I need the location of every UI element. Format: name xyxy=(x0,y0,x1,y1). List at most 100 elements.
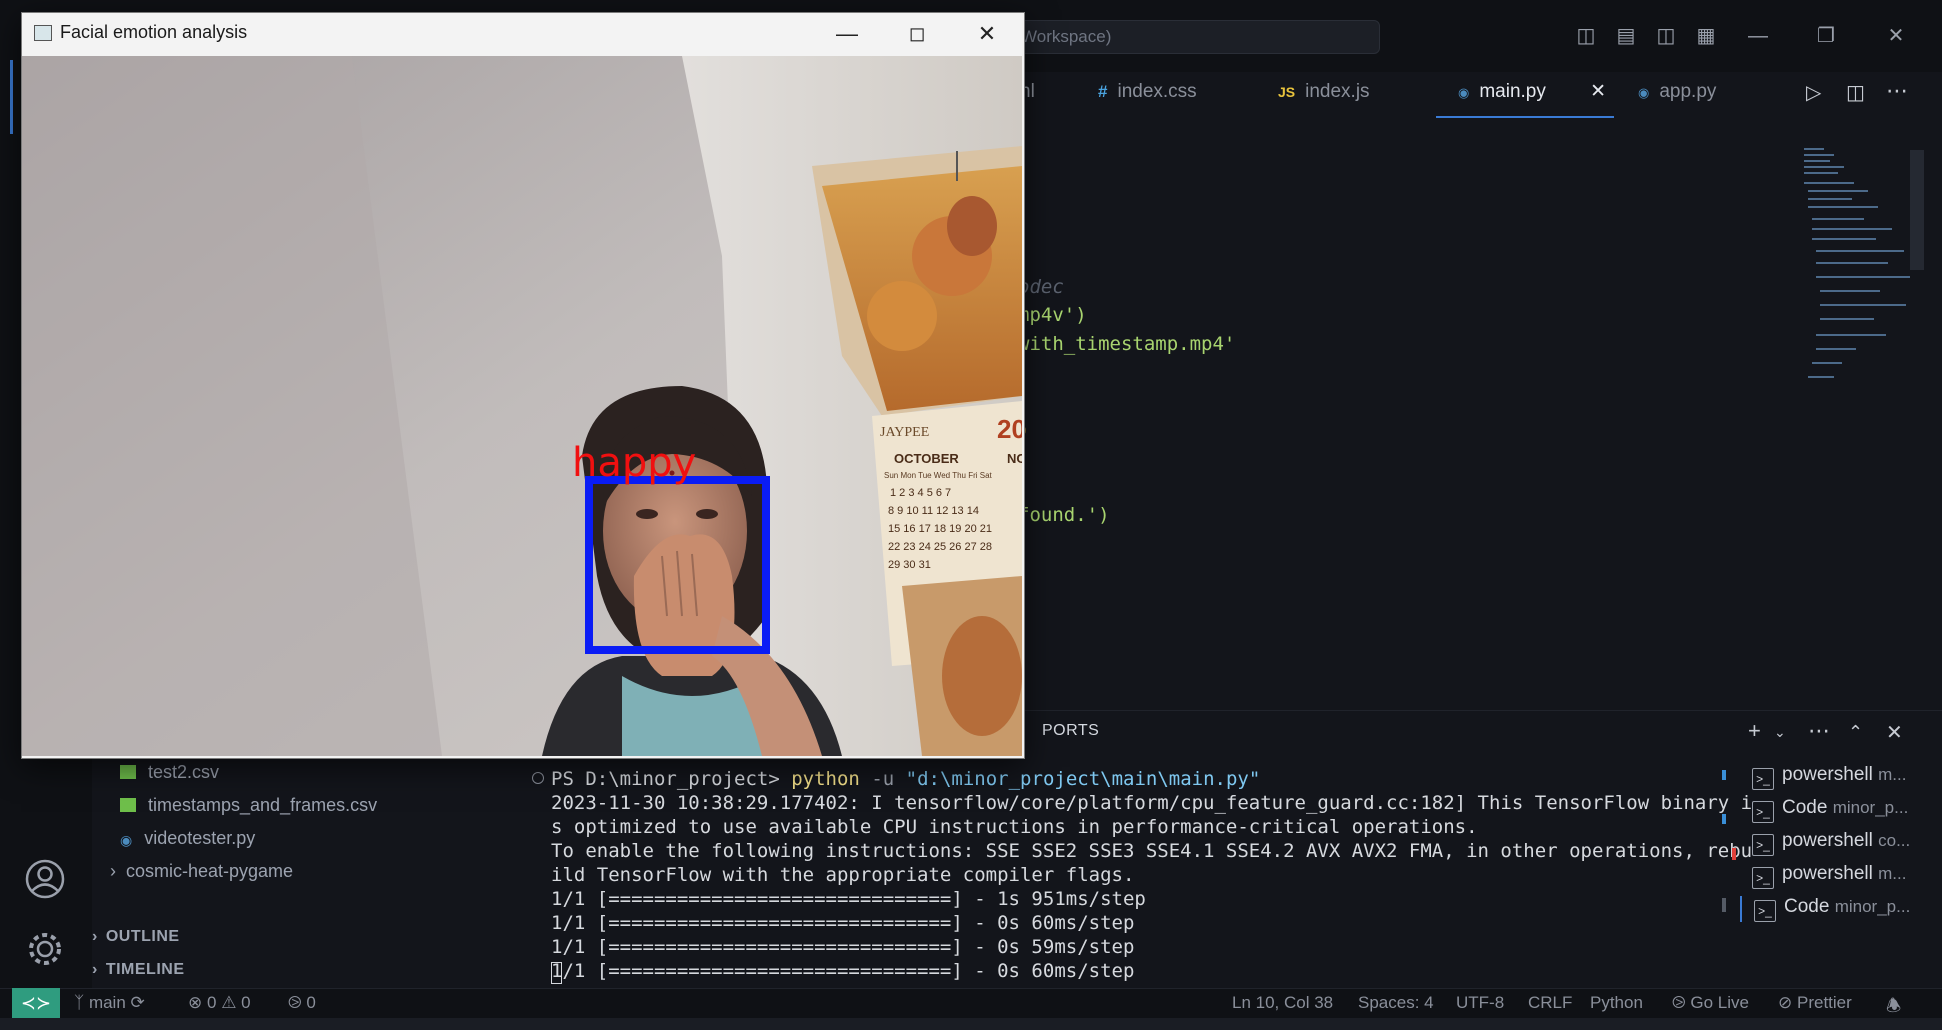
calendar-next-month: NO xyxy=(1007,451,1022,466)
toggle-panel-icon[interactable]: ▤ xyxy=(1612,22,1640,50)
warning-icon: ⚠ xyxy=(221,993,237,1012)
toggle-sidebar-icon[interactable]: ◫ xyxy=(1572,22,1600,50)
broadcast-icon: ⧁ xyxy=(288,993,302,1012)
webcam-frame: JAYPEE 20 OCTOBER NO Sun Mon Tue Wed Thu… xyxy=(22,56,1022,756)
terminal-output-line: To enable the following instructions: SS… xyxy=(551,840,1753,862)
indentation-status[interactable]: Spaces: 4 xyxy=(1358,993,1434,1013)
broadcast-icon: ⧁ xyxy=(1672,993,1686,1012)
csv-file-icon xyxy=(120,798,136,812)
emotion-label: happy xyxy=(572,440,696,486)
gear-icon[interactable] xyxy=(22,926,68,972)
terminal-list-item[interactable]: >_ Code minor_p... xyxy=(1752,797,1908,823)
command-status-icon xyxy=(532,772,544,784)
branch-status[interactable]: ᛉ main ⟳ xyxy=(74,993,145,1013)
terminal-list-item[interactable]: >_ powershell m... xyxy=(1752,863,1906,889)
terminal-gutter-mark xyxy=(1722,814,1726,824)
calendar-row: 15 16 17 18 19 20 21 xyxy=(888,523,992,535)
python-icon: ◉ xyxy=(120,832,133,848)
close-icon[interactable]: ✕ xyxy=(1882,22,1910,50)
calendar-row: 8 9 10 11 12 13 14 xyxy=(888,505,979,517)
minimize-icon[interactable]: — xyxy=(1744,22,1772,50)
explorer-file-test2-csv[interactable]: test2.csv xyxy=(120,762,219,783)
terminal-icon: >_ xyxy=(1754,900,1776,922)
tab-ports[interactable]: PORTS xyxy=(1042,722,1099,740)
calendar-month: OCTOBER xyxy=(894,451,959,466)
terminal-output-line: s optimized to use available CPU instruc… xyxy=(551,816,1478,838)
outline-section[interactable]: › OUTLINE xyxy=(92,928,180,946)
python-icon: ◉ xyxy=(1458,85,1470,100)
more-actions-icon[interactable]: ⋯ xyxy=(1886,78,1908,104)
code-line: found.') xyxy=(1018,504,1110,526)
minimize-icon[interactable]: — xyxy=(812,12,882,56)
explorer-file-videotester-py[interactable]: ◉ videotester.py xyxy=(120,828,255,849)
branch-icon: ᛉ xyxy=(74,993,85,1012)
calendar-row: 22 23 24 25 26 27 28 xyxy=(888,541,992,553)
restore-icon[interactable]: ❐ xyxy=(1812,22,1840,50)
customize-layout-icon[interactable]: ▦ xyxy=(1692,22,1720,50)
tab-close-icon[interactable]: ✕ xyxy=(1590,80,1606,103)
chevron-right-icon: › xyxy=(92,928,98,945)
terminal-icon: >_ xyxy=(1752,768,1774,790)
terminal-output-line: ild TensorFlow with the appropriate comp… xyxy=(551,864,1135,886)
css-icon: # xyxy=(1098,82,1108,101)
cursor-position[interactable]: Ln 10, Col 38 xyxy=(1232,993,1333,1013)
terminal-icon: >_ xyxy=(1752,867,1774,889)
calendar-row: 1 2 3 4 5 6 7 xyxy=(890,487,951,499)
encoding-status[interactable]: UTF-8 xyxy=(1456,993,1504,1013)
tab-index-css[interactable]: # index.css xyxy=(1098,72,1197,118)
app-window-icon xyxy=(34,25,52,41)
calendar-row: 29 30 31 xyxy=(888,559,931,571)
tab-main-py[interactable]: ◉ main.py ✕ xyxy=(1436,72,1614,118)
csv-file-icon xyxy=(120,765,136,779)
close-panel-icon[interactable]: ✕ xyxy=(1886,720,1903,745)
terminal-gutter-mark xyxy=(1732,848,1736,860)
split-editor-icon[interactable]: ◫ xyxy=(1846,80,1865,105)
tab-app-py[interactable]: ◉ app.py xyxy=(1638,72,1716,118)
terminal-output-line: 1/1 [==============================] - 0… xyxy=(551,936,1135,958)
new-terminal-icon[interactable]: + xyxy=(1748,718,1761,744)
sync-icon[interactable]: ⟳ xyxy=(131,993,145,1012)
toggle-secondary-sidebar-icon[interactable]: ◫ xyxy=(1652,22,1680,50)
maximize-icon[interactable]: ◻ xyxy=(882,12,952,56)
more-actions-icon[interactable]: ⋯ xyxy=(1808,718,1830,744)
chevron-right-icon: › xyxy=(110,861,116,881)
terminal-gutter-mark xyxy=(1722,898,1726,912)
remote-indicator-icon[interactable]: ≺≻ xyxy=(12,988,60,1018)
maximize-panel-icon[interactable]: ⌃ xyxy=(1848,722,1863,743)
timeline-section[interactable]: › TIMELINE xyxy=(92,961,185,979)
terminal-output-line: 1/1 [==============================] - 0… xyxy=(551,960,1135,982)
prettier-status[interactable]: ⊘ Prettier xyxy=(1778,993,1852,1013)
terminal-list-item-active[interactable]: >_ Code minor_p... xyxy=(1740,896,1910,922)
terminal-list-item[interactable]: >_ powershell co... xyxy=(1752,830,1910,856)
calendar-weekdays: Sun Mon Tue Wed Thu Fri Sat xyxy=(884,471,993,480)
terminal-list: >_ powershell m... >_ Code minor_p... >_ po… xyxy=(1740,758,1942,934)
terminal-list-item[interactable]: >_ powershell m... xyxy=(1752,764,1906,790)
problems-status[interactable]: ⊗ 0 ⚠ 0 xyxy=(188,993,251,1013)
terminal-icon: >_ xyxy=(1752,801,1774,823)
ports-status[interactable]: ⧁ 0 xyxy=(288,993,316,1013)
editor-scrollbar[interactable] xyxy=(1910,150,1924,270)
eol-status[interactable]: CRLF xyxy=(1528,993,1572,1013)
chevron-down-icon[interactable]: ⌄ xyxy=(1774,724,1786,741)
code-line: with_timestamp.mp4' xyxy=(1018,333,1236,355)
terminal-icon: >_ xyxy=(1752,834,1774,856)
calendar-year: 20 xyxy=(997,414,1022,444)
code-line: mp4v') xyxy=(1018,304,1087,326)
tab-index-js[interactable]: JS index.js xyxy=(1278,72,1370,118)
panel-header xyxy=(1000,710,1942,757)
explorer-file-timestamps-csv[interactable]: timestamps_and_frames.csv xyxy=(120,795,377,816)
run-icon[interactable]: ▷ xyxy=(1806,80,1821,105)
command-center[interactable]: Workspace) xyxy=(1010,20,1380,54)
explorer-folder-cosmic-heat[interactable]: › cosmic-heat-pygame xyxy=(110,861,293,882)
python-icon: ◉ xyxy=(1638,85,1650,100)
terminal-command-line: PS D:\minor_project> python -u "d:\minor… xyxy=(551,768,1261,790)
terminal-output-line: 2023-11-30 10:38:29.177402: I tensorflow… xyxy=(551,792,1753,814)
account-icon[interactable] xyxy=(22,856,68,902)
terminal-output-line: 1/1 [==============================] - 0… xyxy=(551,912,1135,934)
minimap[interactable] xyxy=(1800,148,1910,408)
terminal-cursor xyxy=(551,962,562,984)
close-icon[interactable]: ✕ xyxy=(952,12,1022,56)
error-icon: ⊗ xyxy=(188,993,203,1012)
go-live-status[interactable]: ⧁ Go Live xyxy=(1672,993,1749,1013)
language-status[interactable]: Python xyxy=(1590,993,1643,1013)
